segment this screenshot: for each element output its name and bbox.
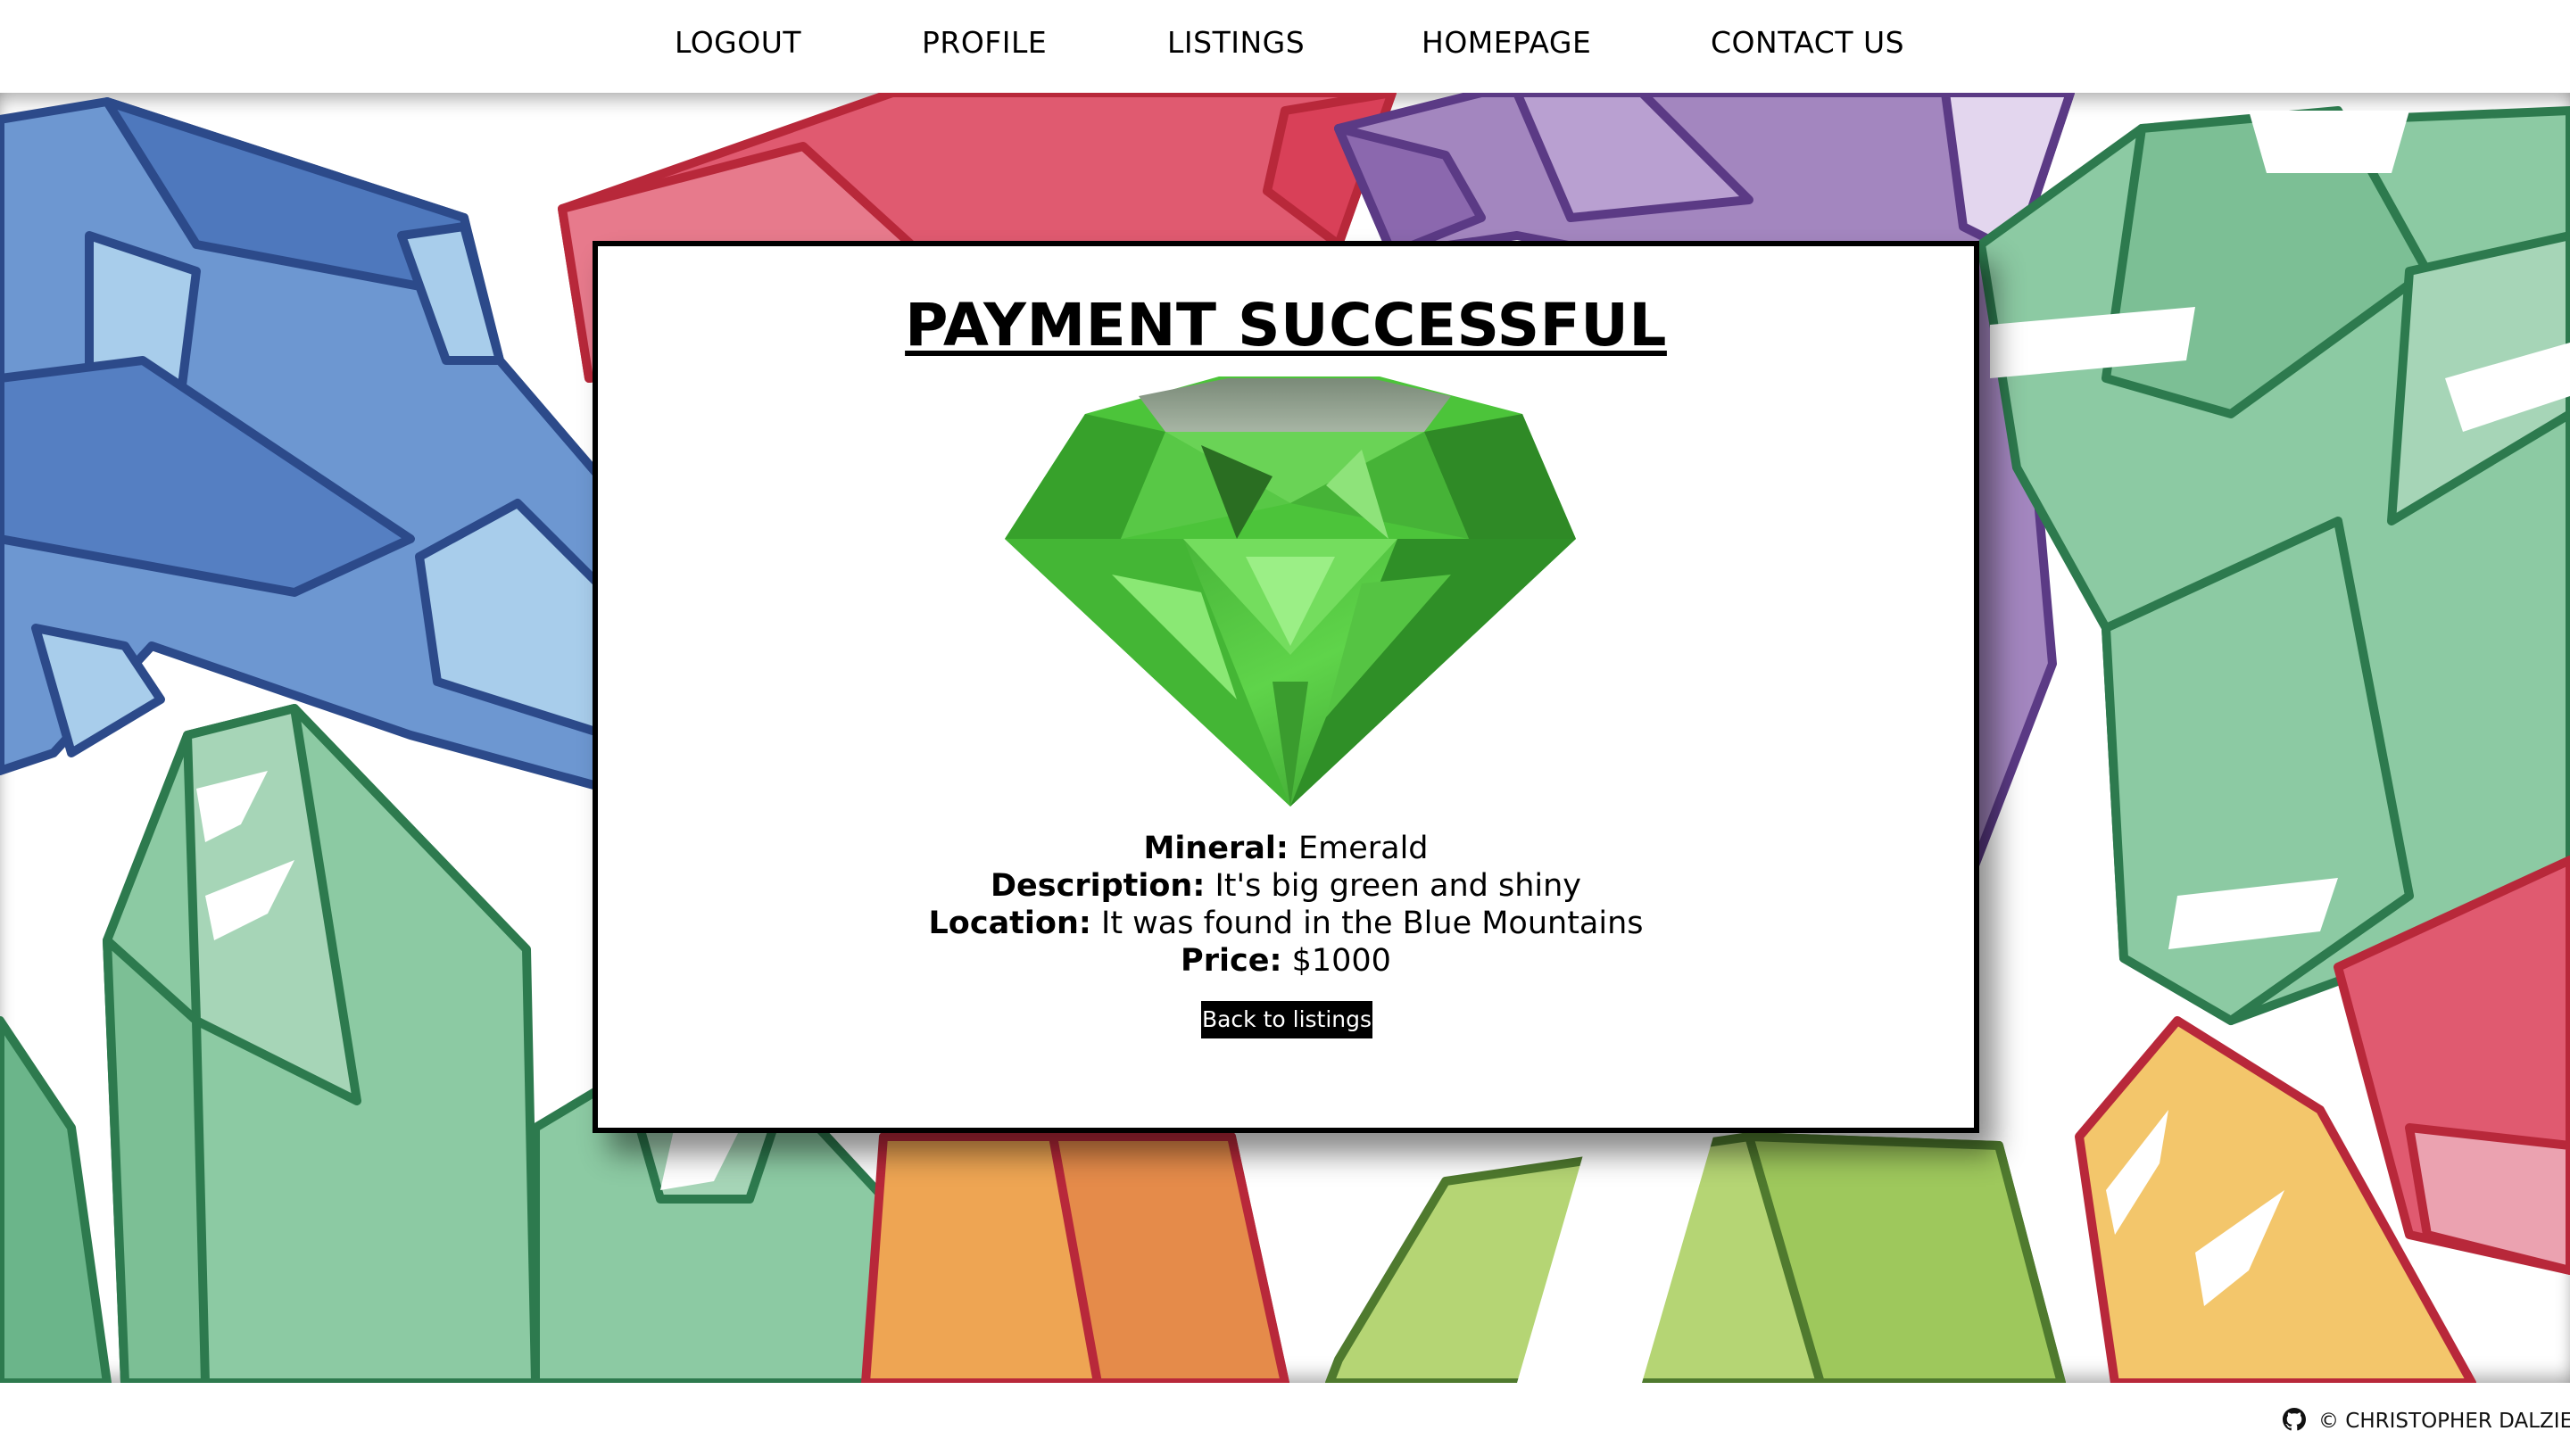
description-row: Description: It's big green and shiny <box>598 867 1974 905</box>
back-to-listings-button[interactable]: Back to listings <box>1201 1001 1372 1038</box>
github-icon[interactable] <box>2283 1408 2306 1431</box>
blue-crystal <box>0 97 611 793</box>
nav-profile-link[interactable]: PROFILE <box>922 25 1047 61</box>
green-crystal-left <box>0 704 540 1383</box>
nav-logout-link[interactable]: LOGOUT <box>675 25 801 61</box>
mineral-label: Mineral: <box>1143 831 1289 866</box>
mineral-value: Emerald <box>1297 831 1429 866</box>
top-navbar: LOGOUT PROFILE LISTINGS HOMEPAGE CONTACT… <box>0 0 2570 93</box>
price-row: Price: $1000 <box>598 942 1974 980</box>
payment-success-card: PAYMENT SUCCESSFUL Mineral: Emerald Desc… <box>593 241 1979 1133</box>
orange-crystal <box>861 1132 1289 1383</box>
copyright-text: © CHRISTOPHER DALZIEL <box>2318 1410 2570 1433</box>
location-value: It was found in the Blue Mountains <box>1101 906 1644 941</box>
nav-contact-us-link[interactable]: CONTACT US <box>1711 25 1904 61</box>
mineral-row: Mineral: Emerald <box>598 830 1974 867</box>
lime-crystal <box>1325 1132 2066 1383</box>
page-title: PAYMENT SUCCESSFUL <box>905 291 1667 360</box>
price-value: $1000 <box>1291 943 1391 979</box>
nav-listings-link[interactable]: LISTINGS <box>1167 25 1305 61</box>
location-label: Location: <box>928 906 1091 941</box>
footer: © CHRISTOPHER DALZIEL <box>0 1383 2570 1456</box>
price-label: Price: <box>1181 943 1282 979</box>
nav-homepage-link[interactable]: HOMEPAGE <box>1422 25 1591 61</box>
description-value: It's big green and shiny <box>1215 868 1582 904</box>
green-crystal-right <box>1977 106 2570 1025</box>
description-label: Description: <box>990 868 1206 904</box>
emerald-gem-image <box>1005 376 1576 807</box>
location-row: Location: It was found in the Blue Mount… <box>598 905 1974 942</box>
